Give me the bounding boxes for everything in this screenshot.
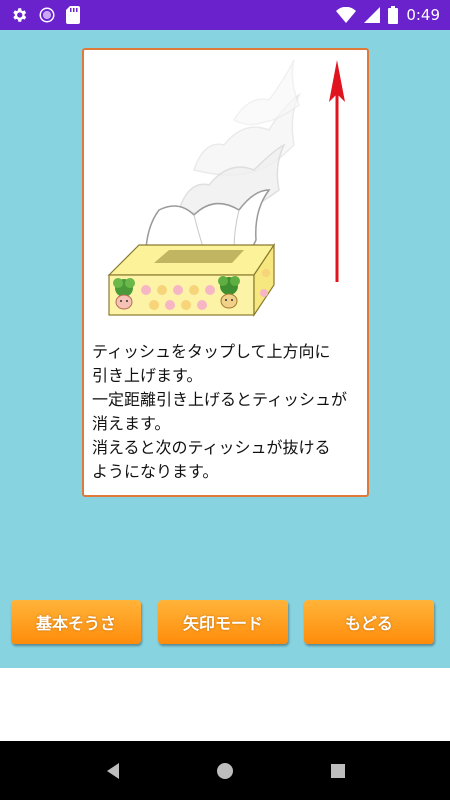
- app-content-area: ティッシュをタップして上方向に 引き上げます。 一定距離引き上げるとティッシュが…: [0, 30, 450, 668]
- cellular-signal-icon: [364, 7, 381, 23]
- sd-card-icon: [66, 6, 80, 24]
- instruction-text: ティッシュをタップして上方向に 引き上げます。 一定距離引き上げるとティッシュが…: [92, 340, 362, 484]
- circle-notification-icon: [38, 6, 56, 24]
- wifi-icon: [336, 7, 357, 23]
- arrow-mode-button[interactable]: 矢印モード: [158, 600, 288, 644]
- instruction-line: 消えます。: [92, 414, 171, 433]
- instruction-line: ようになります。: [92, 462, 219, 481]
- status-left-icons: [10, 6, 80, 24]
- tissue-ghost-trail: [178, 59, 301, 216]
- back-button[interactable]: もどる: [304, 600, 434, 644]
- battery-icon: [388, 6, 399, 24]
- instruction-card: ティッシュをタップして上方向に 引き上げます。 一定距離引き上げるとティッシュが…: [82, 48, 369, 497]
- basic-operation-button[interactable]: 基本そうさ: [11, 600, 141, 644]
- tissue-box-illustration: [107, 59, 345, 317]
- status-right-icons: 0:49: [336, 6, 440, 24]
- instruction-line: ティッシュをタップして上方向に: [92, 342, 331, 361]
- instruction-line: 引き上げます。: [92, 366, 203, 385]
- recents-square-icon[interactable]: [326, 759, 350, 783]
- settings-icon: [10, 6, 28, 24]
- button-row: 基本そうさ 矢印モード もどる: [0, 600, 450, 646]
- up-arrow-icon: [329, 60, 345, 282]
- instruction-line: 消えると次のティッシュが抜ける: [92, 438, 331, 457]
- navigation-bar: [0, 741, 450, 800]
- instruction-line: 一定距離引き上げるとティッシュが: [92, 390, 348, 409]
- status-bar: 0:49: [0, 0, 450, 30]
- back-triangle-icon[interactable]: [101, 759, 125, 783]
- status-time: 0:49: [406, 6, 440, 24]
- home-circle-icon[interactable]: [213, 759, 237, 783]
